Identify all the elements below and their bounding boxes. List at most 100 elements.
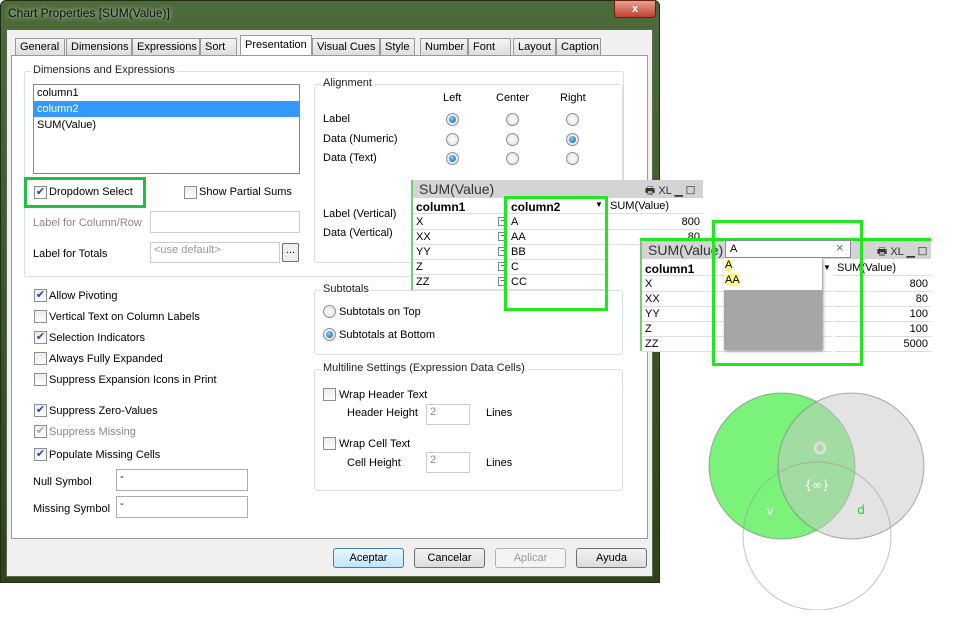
tab-layout[interactable]: Layout bbox=[513, 38, 556, 56]
null-symbol-input[interactable]: - bbox=[116, 469, 248, 491]
option-checkbox[interactable] bbox=[34, 352, 47, 365]
cell-lines-label: Lines bbox=[486, 457, 513, 469]
alignment-row-label: Data (Text) bbox=[323, 152, 377, 164]
cell-height-spinner[interactable]: 2 bbox=[426, 452, 470, 473]
missing-symbol-label: Missing Symbol bbox=[33, 503, 111, 515]
table-cell[interactable]: X bbox=[413, 215, 506, 230]
table-cell[interactable]: XX bbox=[413, 230, 506, 245]
label-totals-label: Label for Totals bbox=[33, 248, 108, 260]
venn-circle-gray bbox=[777, 392, 925, 540]
list-item-selected[interactable]: column2 bbox=[34, 101, 299, 117]
table1-header-column1[interactable]: column1 bbox=[413, 199, 506, 214]
tab-style[interactable]: Style bbox=[380, 38, 415, 56]
table-cell[interactable]: Z bbox=[413, 260, 506, 275]
alignment-row-label: Data (Numeric) bbox=[323, 133, 398, 145]
subtotals-bottom-label: Subtotals at Bottom bbox=[339, 329, 435, 341]
multiline-group-label: Multiline Settings (Expression Data Cell… bbox=[321, 362, 527, 374]
wrap-header-label: Wrap Header Text bbox=[339, 389, 428, 401]
venn-label-d: d bbox=[857, 503, 865, 517]
help-button[interactable]: Ayuda bbox=[576, 548, 647, 568]
tab-number[interactable]: Number bbox=[420, 38, 468, 56]
table1-header-sum: SUM(Value) bbox=[607, 199, 703, 214]
venn-label-infinity: {∞} bbox=[804, 478, 829, 492]
option-checkbox[interactable]: ✔ bbox=[34, 289, 47, 302]
align-right-radio[interactable] bbox=[566, 113, 579, 126]
align-left-radio[interactable] bbox=[446, 152, 459, 165]
option-checkbox[interactable]: ✔ bbox=[34, 404, 47, 417]
option-label: Selection Indicators bbox=[49, 332, 145, 344]
show-partial-sums-label: Show Partial Sums bbox=[199, 186, 292, 198]
cell-height-label: Cell Height bbox=[347, 457, 401, 469]
option-label: Always Fully Expanded bbox=[49, 353, 163, 365]
tab-visual-cues[interactable]: Visual Cues bbox=[312, 38, 380, 56]
col-right: Right bbox=[560, 92, 586, 104]
apply-button[interactable]: Aplicar bbox=[495, 548, 566, 568]
venn-label-v: v bbox=[766, 504, 773, 518]
align-left-radio[interactable] bbox=[446, 113, 459, 126]
option-label: Suppress Expansion Icons in Print bbox=[49, 374, 217, 386]
option-checkbox[interactable] bbox=[34, 373, 47, 386]
tab-presentation[interactable]: Presentation bbox=[240, 35, 312, 57]
option-label: Suppress Zero-Values bbox=[49, 405, 158, 417]
venn-logo: {∞} v d bbox=[708, 392, 925, 610]
option-checkbox[interactable]: ✔ bbox=[34, 425, 47, 438]
table2-toolbar-icons[interactable]: 🖶 XL ▁ ☐ bbox=[877, 243, 927, 262]
option-checkbox[interactable]: ✔ bbox=[34, 331, 47, 344]
label-col-row-input[interactable] bbox=[150, 211, 300, 233]
tab-sort[interactable]: Sort bbox=[200, 38, 237, 56]
data-vertical: Data (Vertical) bbox=[323, 227, 393, 239]
align-left-radio[interactable] bbox=[446, 133, 459, 146]
table-cell[interactable]: YY bbox=[413, 245, 506, 260]
align-right-radio[interactable] bbox=[566, 133, 579, 146]
option-label: Populate Missing Cells bbox=[49, 449, 161, 461]
col-left: Left bbox=[443, 92, 462, 104]
col-center: Center bbox=[496, 92, 530, 104]
header-height-spinner[interactable]: 2 bbox=[426, 404, 470, 425]
highlight-box bbox=[24, 177, 146, 208]
highlight-box bbox=[712, 220, 863, 366]
tab-expressions[interactable]: Expressions bbox=[132, 38, 200, 56]
dims-group-label: Dimensions and Expressions bbox=[31, 64, 177, 76]
subtotals-group-label: Subtotals bbox=[321, 283, 371, 295]
list-item[interactable]: column1 bbox=[34, 85, 299, 101]
option-label: Suppress Missing bbox=[49, 426, 136, 438]
table-cell: 800 bbox=[607, 215, 703, 230]
show-partial-sums-checkbox[interactable] bbox=[184, 186, 197, 199]
tab-dimensions[interactable]: Dimensions bbox=[66, 38, 132, 56]
close-button[interactable]: x bbox=[614, 0, 656, 18]
list-item[interactable]: SUM(Value) bbox=[34, 117, 299, 133]
dims-listbox[interactable]: column1 column2 SUM(Value) bbox=[33, 84, 300, 174]
wrap-cell-label: Wrap Cell Text bbox=[339, 438, 411, 450]
label-totals-input[interactable]: <use default> bbox=[150, 242, 280, 263]
wrap-cell-checkbox[interactable] bbox=[323, 437, 336, 450]
tab-caption[interactable]: Caption bbox=[556, 38, 601, 56]
cancel-button[interactable]: Cancelar bbox=[414, 548, 485, 568]
alignment-row-label: Label bbox=[323, 113, 350, 125]
alignment-group-label: Alignment bbox=[321, 77, 374, 89]
label-col-row-label: Label for Column/Row bbox=[33, 217, 142, 229]
subtotals-bottom-radio[interactable] bbox=[323, 328, 336, 341]
align-center-radio[interactable] bbox=[506, 152, 519, 165]
wrap-header-checkbox[interactable] bbox=[323, 388, 336, 401]
window-title: Chart Properties [SUM(Value)] bbox=[8, 6, 170, 20]
browse-button[interactable]: ... bbox=[282, 243, 299, 262]
align-center-radio[interactable] bbox=[506, 133, 519, 146]
label-vertical: Label (Vertical) bbox=[323, 208, 397, 220]
table-cell[interactable]: ZZ bbox=[413, 275, 506, 290]
null-symbol-label: Null Symbol bbox=[33, 476, 92, 488]
header-lines-label: Lines bbox=[486, 407, 513, 419]
tab-font[interactable]: Font bbox=[468, 38, 511, 56]
tab-general[interactable]: General bbox=[15, 38, 65, 56]
option-label: Allow Pivoting bbox=[49, 290, 118, 302]
option-checkbox[interactable] bbox=[34, 310, 47, 323]
align-right-radio[interactable] bbox=[566, 152, 579, 165]
subtotals-top-radio[interactable] bbox=[323, 305, 336, 318]
header-height-label: Header Height bbox=[347, 407, 418, 419]
option-label: Vertical Text on Column Labels bbox=[49, 311, 200, 323]
option-checkbox[interactable]: ✔ bbox=[34, 448, 47, 461]
subtotals-top-label: Subtotals on Top bbox=[339, 306, 421, 318]
ok-button[interactable]: Aceptar bbox=[333, 548, 404, 568]
missing-symbol-input[interactable]: - bbox=[116, 496, 248, 518]
highlight-box bbox=[504, 196, 608, 311]
align-center-radio[interactable] bbox=[506, 113, 519, 126]
